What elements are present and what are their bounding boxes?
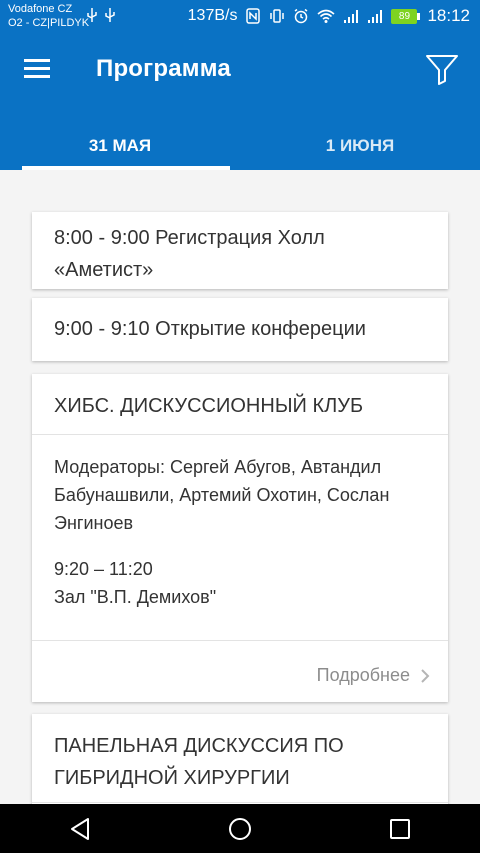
session-card[interactable]: ХИБС. ДИСКУССИОННЫЙ КЛУБ Модераторы: Сер…	[32, 374, 448, 702]
session-time: 9:20 – 11:20	[54, 559, 153, 579]
back-icon	[71, 817, 89, 840]
home-button[interactable]	[210, 804, 270, 853]
app-bar: Программа 31 МАЯ 1 ИЮНЯ	[0, 33, 480, 170]
date-tabs: 31 МАЯ 1 ИЮНЯ	[0, 129, 480, 170]
recents-button[interactable]	[370, 804, 430, 853]
carrier-line-2: O2 - CZ|PILDYK	[8, 17, 90, 29]
alarm-icon	[295, 8, 308, 24]
signal-icon	[344, 10, 359, 23]
carrier-line-1: Vodafone CZ	[8, 3, 73, 15]
status-indicators: 137B/s 89 18:12	[188, 6, 470, 26]
program-item-opening[interactable]: 9:00 - 9:10 Открытие конфереции	[32, 298, 448, 361]
wifi-icon	[317, 9, 335, 23]
signal-icon-2	[368, 10, 383, 23]
session-title: ХИБС. ДИСКУССИОННЫЙ КЛУБ	[54, 395, 364, 417]
session-moderators: Модераторы: Сергей Абугов, Автандил Бабу…	[54, 457, 390, 533]
tab-may-31[interactable]: 31 МАЯ	[0, 129, 240, 170]
chevron-right-icon	[421, 668, 430, 683]
battery-icon: 89	[391, 8, 421, 24]
program-item-registration[interactable]: 8:00 - 9:00 Регистрация Холл «Аметист»	[32, 212, 448, 289]
system-nav-bar	[0, 804, 480, 853]
session-title: ПАНЕЛЬНАЯ ДИСКУССИЯ ПО ГИБРИДНОЙ ХИРУРГИ…	[54, 735, 344, 789]
recents-icon	[390, 818, 410, 839]
program-list: 8:00 - 9:00 Регистрация Холл «Аметист» 9…	[0, 170, 480, 804]
nfc-icon	[246, 8, 261, 24]
session-card[interactable]: ПАНЕЛЬНАЯ ДИСКУССИЯ ПО ГИБРИДНОЙ ХИРУРГИ…	[32, 714, 448, 804]
vibrate-icon	[270, 9, 285, 23]
clock: 18:12	[427, 6, 470, 25]
network-speed: 137B/s	[187, 7, 238, 24]
page-title: Программа	[96, 55, 231, 82]
session-hall: Зал "В.П. Демихов"	[54, 587, 217, 607]
usb-icons	[86, 8, 116, 25]
program-item-text: 8:00 - 9:00 Регистрация Холл «Аметист»	[54, 227, 325, 281]
divider	[32, 640, 448, 641]
usb-icon	[87, 8, 97, 22]
tab-label: 31 МАЯ	[88, 136, 152, 155]
divider	[32, 802, 448, 803]
usb-icon	[105, 8, 115, 22]
filter-icon[interactable]	[424, 51, 460, 87]
home-icon	[229, 817, 251, 840]
tab-june-1[interactable]: 1 ИЮНЯ	[240, 129, 480, 170]
tab-label: 1 ИЮНЯ	[325, 136, 395, 155]
carrier-info: Vodafone CZ O2 - CZ|PILDYK	[8, 2, 89, 30]
back-button[interactable]	[50, 804, 110, 853]
status-bar: Vodafone CZ O2 - CZ|PILDYK 137B/s 89 18:…	[0, 0, 480, 33]
session-body: Модераторы: Сергей Абугов, Автандил Бабу…	[32, 435, 448, 611]
details-label: Подробнее	[316, 665, 410, 685]
details-button[interactable]: Подробнее	[317, 665, 430, 686]
menu-icon[interactable]	[24, 59, 50, 79]
program-item-text: 9:00 - 9:10 Открытие конфереции	[54, 318, 366, 340]
